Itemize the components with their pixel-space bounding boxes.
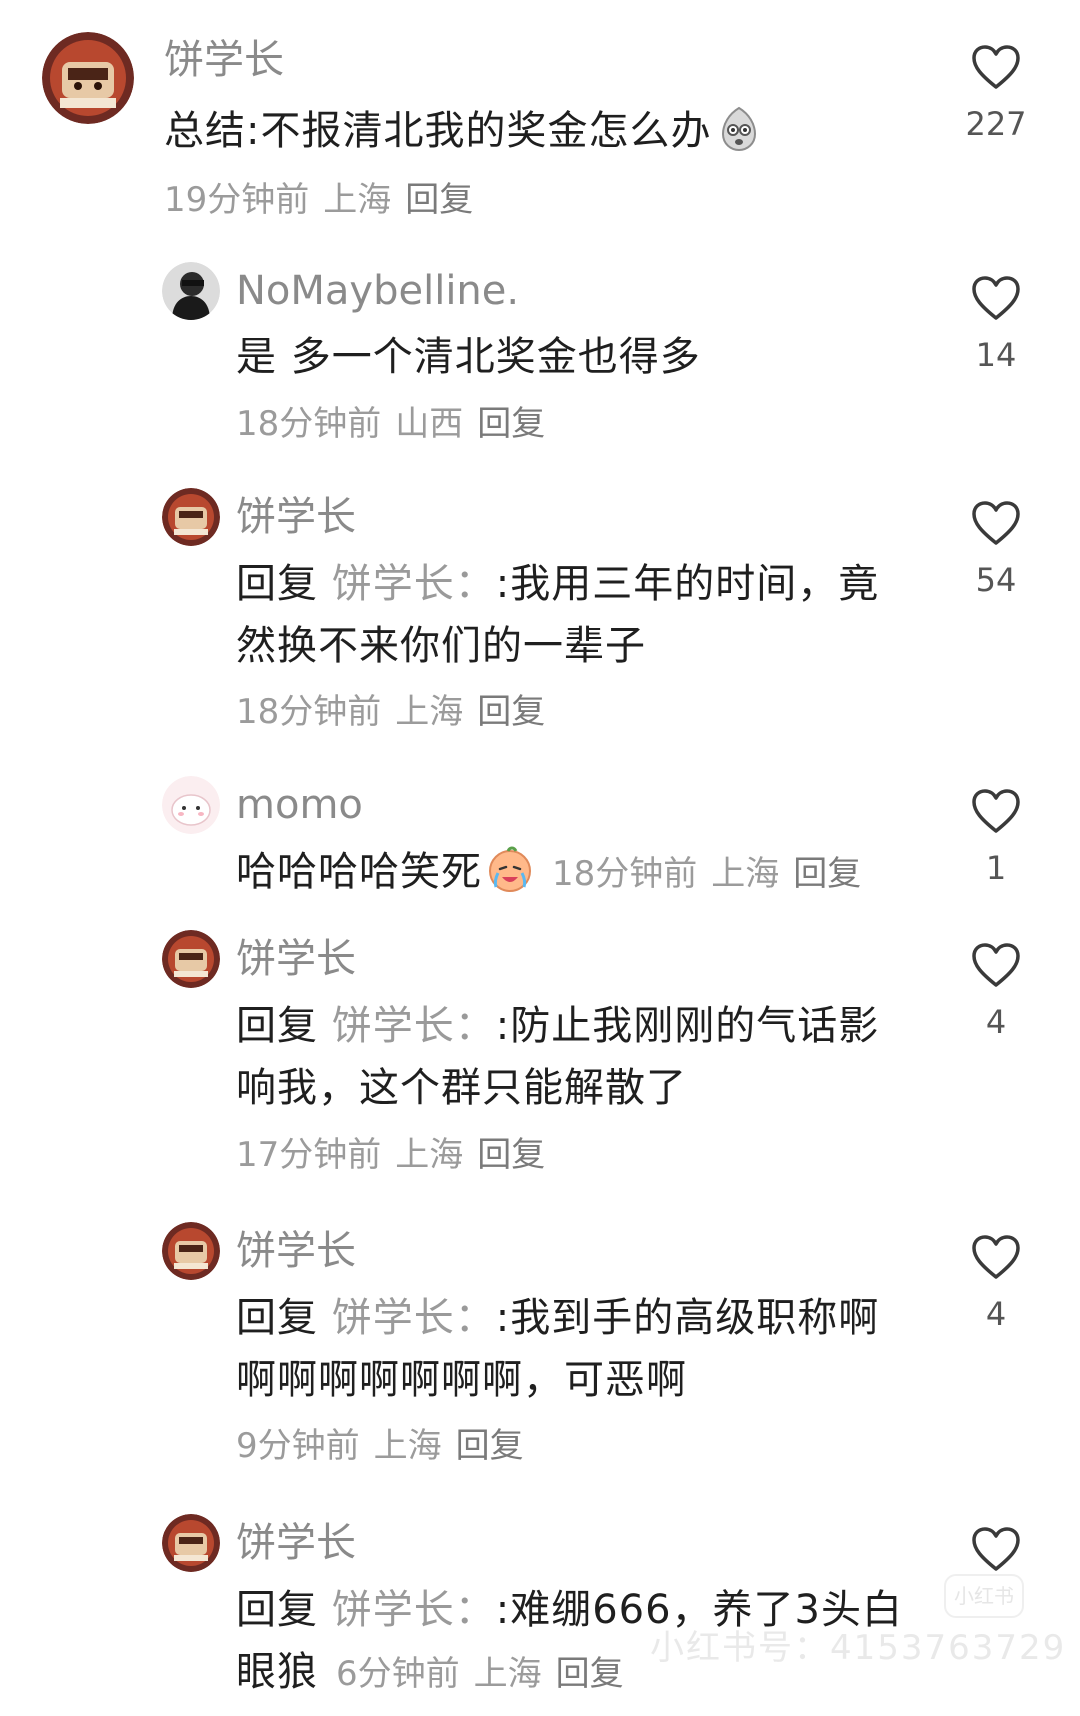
reply-button[interactable]: 回复 — [793, 854, 861, 894]
location: 上海 — [395, 692, 464, 732]
avatar-image — [162, 262, 220, 320]
reply-button[interactable]: 回复 — [556, 1654, 624, 1694]
username[interactable]: NoMaybelline. — [236, 267, 519, 315]
location: 上海 — [323, 180, 392, 220]
avatar[interactable] — [162, 930, 220, 988]
reply-button[interactable]: 回复 — [477, 692, 545, 732]
like-button[interactable]: 227 — [951, 44, 1041, 144]
heart-icon — [972, 1527, 1020, 1571]
comment-text: 回复 饼学长：:我用三年的时间，竟然换不来你们的一辈子 — [236, 553, 916, 677]
like-button[interactable]: 4 — [951, 942, 1041, 1042]
heart-icon — [972, 501, 1020, 545]
username[interactable]: 饼学长 — [236, 1227, 356, 1275]
avatar[interactable] — [42, 32, 134, 124]
comment-text: 回复 饼学长：:防止我刚刚的气话影响我，这个群只能解散了 — [236, 995, 916, 1119]
heart-icon — [972, 1235, 1020, 1279]
location: 上海 — [395, 1135, 464, 1175]
heart-icon — [972, 943, 1020, 987]
reply-button[interactable]: 回复 — [456, 1426, 524, 1466]
comment-text: 回复 饼学长：:我到手的高级职称啊啊啊啊啊啊啊啊，可恶啊 — [236, 1287, 916, 1411]
reply-button[interactable]: 回复 — [405, 180, 473, 220]
like-count: 4 — [985, 1295, 1007, 1333]
like-count: 1 — [985, 849, 1007, 887]
username[interactable]: 饼学长 — [236, 493, 356, 541]
heart-icon — [972, 45, 1020, 89]
comment-body: 是 多一个清北奖金也得多 — [236, 334, 701, 380]
username[interactable]: momo — [236, 781, 363, 829]
location: 上海 — [473, 1654, 542, 1694]
reply-target-username[interactable]: 饼学长： — [332, 1003, 496, 1049]
comment-meta: 18分钟前 上海 回复 — [552, 854, 875, 894]
like-button[interactable]: 4 — [951, 1234, 1041, 1334]
comment-text: 是 多一个清北奖金也得多 — [236, 326, 876, 388]
avatar[interactable] — [162, 1222, 220, 1280]
comment-body: 哈哈哈哈笑死 — [236, 849, 482, 895]
like-count: 227 — [965, 105, 1027, 143]
like-button[interactable]: 1 — [951, 788, 1041, 888]
comment-body: 总结:不报清北我的奖金怎么办 — [164, 108, 712, 154]
avatar[interactable] — [162, 488, 220, 546]
reply-target-username[interactable]: 饼学长： — [332, 561, 496, 607]
username[interactable]: 饼学长 — [164, 36, 284, 84]
comment-meta: 18分钟前 山西 回复 — [236, 402, 559, 446]
reply-prefix: 回复 — [236, 1003, 318, 1049]
cold-sweat-emoji-icon — [722, 106, 757, 152]
reply-button[interactable]: 回复 — [477, 1135, 545, 1175]
avatar-image — [162, 930, 220, 988]
location: 上海 — [373, 1426, 442, 1466]
comment-meta: 18分钟前 上海 回复 — [236, 690, 559, 734]
reply-button[interactable]: 回复 — [477, 404, 545, 444]
timestamp: 17分钟前 — [236, 1135, 382, 1175]
username[interactable]: 饼学长 — [236, 935, 356, 983]
timestamp: 6分钟前 — [336, 1654, 460, 1694]
timestamp: 9分钟前 — [236, 1426, 360, 1466]
comment-text: 哈哈哈哈笑死 18分钟前 上海 回复 — [236, 841, 916, 905]
like-button[interactable] — [951, 1526, 1041, 1572]
reply-prefix: 回复 — [236, 1295, 318, 1341]
avatar[interactable] — [162, 776, 220, 834]
location: 山西 — [395, 404, 464, 444]
timestamp: 19分钟前 — [164, 180, 310, 220]
avatar-image — [162, 1514, 220, 1572]
timestamp: 18分钟前 — [236, 404, 382, 444]
comment-item: 饼学长 总结:不报清北我的奖金怎么办 19分钟前 上海 回复 227 — [0, 0, 1080, 230]
reply-prefix: 回复 — [236, 1587, 318, 1633]
timestamp: 18分钟前 — [236, 692, 382, 732]
crying-laughing-emoji-icon — [489, 846, 531, 892]
location: 上海 — [711, 854, 780, 894]
comment-text: 总结:不报清北我的奖金怎么办 — [164, 100, 864, 162]
reply-prefix: 回复 — [236, 561, 318, 607]
heart-icon — [972, 789, 1020, 833]
like-button[interactable]: 54 — [951, 500, 1041, 600]
timestamp: 18分钟前 — [552, 854, 698, 894]
like-count: 14 — [975, 336, 1017, 374]
avatar[interactable] — [162, 262, 220, 320]
avatar-image — [42, 32, 134, 124]
reply-target-username[interactable]: 饼学长： — [332, 1295, 496, 1341]
avatar[interactable] — [162, 1514, 220, 1572]
username[interactable]: 饼学长 — [236, 1519, 356, 1567]
like-button[interactable]: 14 — [951, 275, 1041, 375]
avatar-image — [162, 488, 220, 546]
watermark-logo: 小红书 — [944, 1574, 1024, 1618]
reply-target-username[interactable]: 饼学长： — [332, 1587, 496, 1633]
like-count: 54 — [975, 561, 1017, 599]
like-count: 4 — [985, 1003, 1007, 1041]
avatar-image — [162, 1222, 220, 1280]
avatar-image — [162, 776, 220, 834]
heart-icon — [972, 276, 1020, 320]
watermark-text: 小红书号：4153763729 — [650, 1628, 1067, 1668]
comment-meta: 17分钟前 上海 回复 — [236, 1133, 559, 1177]
comment-meta: 19分钟前 上海 回复 — [164, 178, 487, 222]
comment-meta: 9分钟前 上海 回复 — [236, 1424, 538, 1468]
comment-meta: 6分钟前 上海 回复 — [336, 1654, 638, 1694]
